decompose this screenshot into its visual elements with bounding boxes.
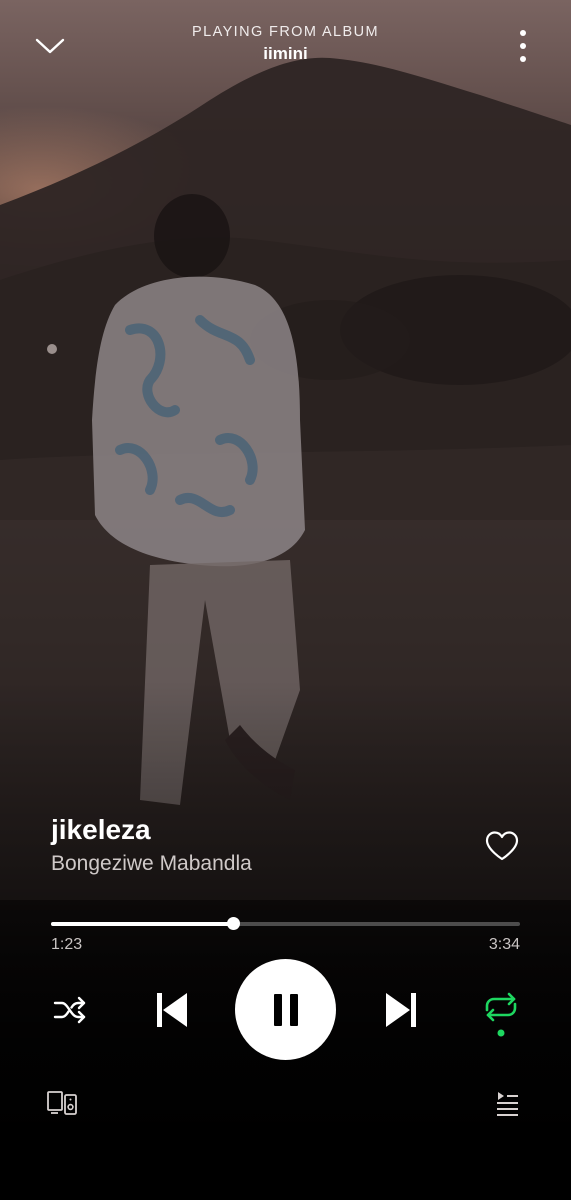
repeat-button[interactable]	[480, 990, 522, 1040]
album-name: iimini	[263, 44, 308, 63]
progress-thumb[interactable]	[226, 917, 240, 930]
more-options-button[interactable]	[511, 26, 535, 66]
shuffle-icon	[53, 996, 86, 1024]
playback-progress-bar[interactable]	[51, 917, 520, 931]
next-track-button[interactable]	[379, 988, 423, 1032]
queue-icon	[497, 1092, 518, 1116]
connect-devices-button[interactable]	[44, 1087, 80, 1119]
repeat-icon	[485, 992, 517, 1037]
bottom-gradient	[0, 680, 571, 1200]
skip-next-icon	[386, 993, 416, 1027]
queue-button[interactable]	[492, 1088, 522, 1118]
play-pause-button[interactable]	[235, 959, 336, 1060]
collapse-button[interactable]	[28, 26, 72, 66]
player-header: PLAYING FROM ALBUM iimini	[0, 0, 571, 80]
total-duration: 3:34	[488, 936, 520, 953]
pause-icon	[273, 993, 298, 1026]
track-artist[interactable]: Bongeziwe Mabandla	[51, 852, 471, 876]
skip-previous-icon	[157, 993, 187, 1027]
progress-fill	[51, 922, 233, 926]
devices-icon	[47, 1091, 77, 1115]
heart-icon	[485, 831, 519, 861]
shuffle-button[interactable]	[50, 992, 90, 1028]
now-playing-screen: PLAYING FROM ALBUM iimini jikeleza Bonge…	[0, 0, 571, 1200]
more-vertical-icon	[520, 30, 526, 62]
elapsed-time: 1:23	[51, 936, 83, 953]
track-title[interactable]: jikeleza	[51, 810, 471, 850]
repeat-active-dot	[497, 1029, 505, 1037]
playing-from-label: PLAYING FROM ALBUM	[192, 24, 379, 40]
previous-track-button[interactable]	[150, 988, 194, 1032]
chevron-down-icon	[35, 38, 65, 54]
like-button[interactable]	[482, 826, 522, 866]
track-info: jikeleza Bongeziwe Mabandla	[51, 810, 471, 876]
playing-context[interactable]: PLAYING FROM ALBUM iimini	[120, 24, 451, 64]
